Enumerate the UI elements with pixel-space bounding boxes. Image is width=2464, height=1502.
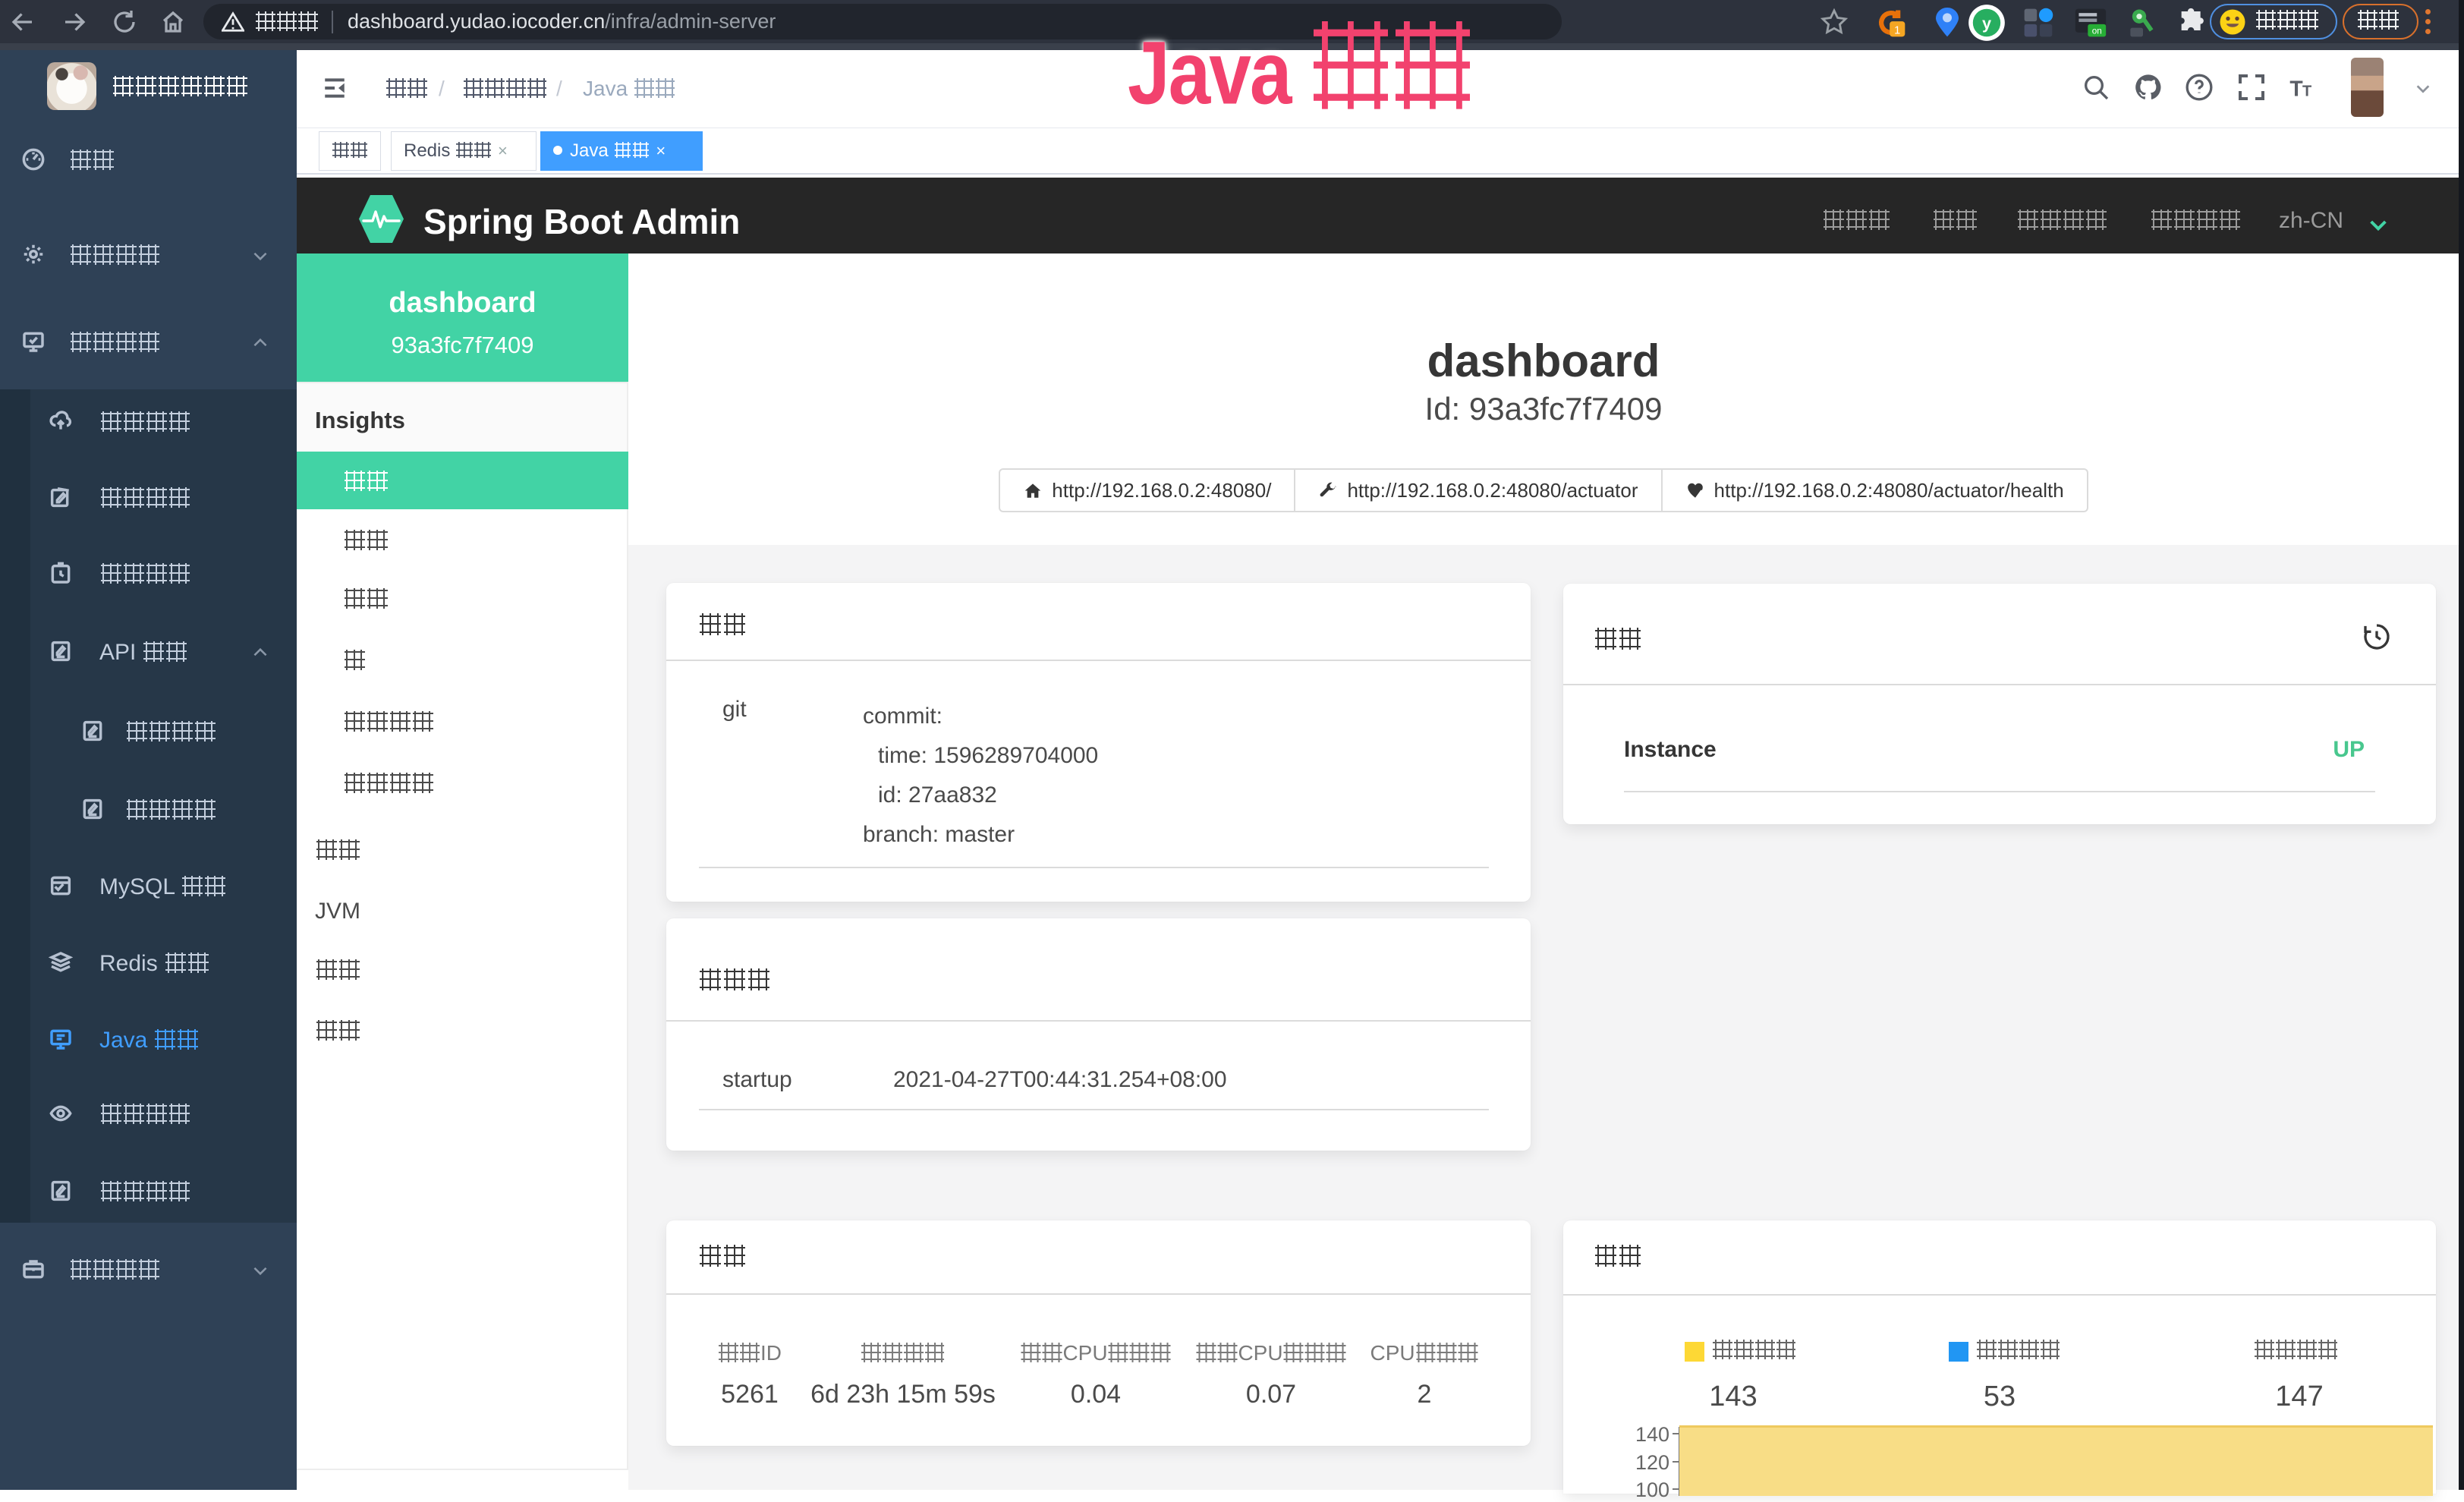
svg-text:T: T — [2302, 83, 2311, 100]
svg-text:1: 1 — [1894, 25, 1900, 37]
svg-text:y: y — [1982, 14, 1991, 33]
svg-text:on: on — [2092, 27, 2102, 36]
svg-text:T: T — [2289, 77, 2302, 102]
